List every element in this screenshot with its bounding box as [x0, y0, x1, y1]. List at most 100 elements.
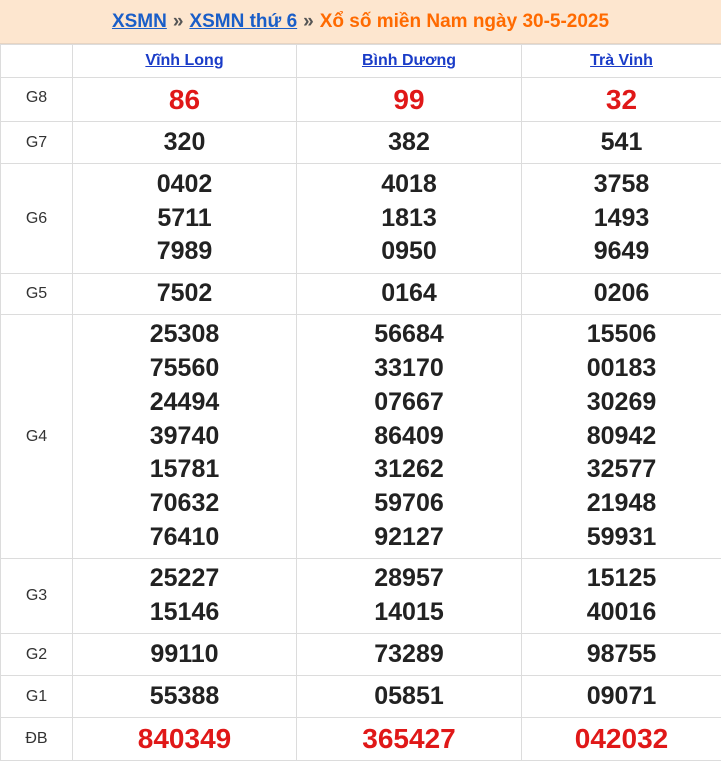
prize-number: 98755	[522, 638, 721, 672]
prize-label: G2	[1, 634, 73, 676]
prize-label: G8	[1, 78, 73, 122]
prize-number: 70632	[73, 487, 296, 521]
prize-cell: 1512540016	[522, 559, 721, 634]
prize-number: 99110	[73, 638, 296, 672]
prize-label: G6	[1, 164, 73, 274]
prize-number: 86409	[297, 420, 521, 454]
prize-number: 59931	[522, 521, 721, 555]
prize-number: 7989	[73, 235, 296, 269]
prize-row: G7320382541	[1, 122, 721, 164]
prize-number: 5711	[73, 202, 296, 236]
prize-number: 9649	[522, 235, 721, 269]
prize-number: 042032	[522, 722, 721, 756]
prize-cell: 040257117989	[73, 164, 297, 274]
prize-row: G5750201640206	[1, 274, 721, 315]
prize-number: 28957	[297, 562, 521, 596]
prize-label: G7	[1, 122, 73, 164]
breadcrumb-link-xsmn[interactable]: XSMN	[112, 11, 167, 33]
prize-number: 4018	[297, 168, 521, 202]
prize-label: G1	[1, 676, 73, 718]
prize-number: 15125	[522, 562, 721, 596]
prize-cell: 401818130950	[297, 164, 522, 274]
prize-label: ĐB	[1, 718, 73, 761]
prize-number: 15781	[73, 453, 296, 487]
prize-number: 0164	[297, 277, 521, 311]
breadcrumb-separator: »	[173, 11, 184, 33]
prize-number: 1813	[297, 202, 521, 236]
prize-number: 14015	[297, 596, 521, 630]
prize-number: 92127	[297, 521, 521, 555]
province-header: Bình Dương	[297, 45, 522, 78]
prize-cell: 7502	[73, 274, 297, 315]
prize-cell: 2895714015	[297, 559, 522, 634]
prize-cell: 86	[73, 78, 297, 122]
prize-number: 33170	[297, 352, 521, 386]
prize-cell: 382	[297, 122, 522, 164]
prize-number: 09071	[522, 680, 721, 714]
prize-row: ĐB840349365427042032	[1, 718, 721, 761]
breadcrumb: XSMN » XSMN thứ 6 » Xổ số miền Nam ngày …	[0, 0, 721, 44]
prize-label: G4	[1, 315, 73, 559]
province-link-tra-vinh[interactable]: Trà Vinh	[590, 52, 653, 69]
prize-cell: 98755	[522, 634, 721, 676]
province-link-binh-duong[interactable]: Bình Dương	[362, 52, 456, 69]
table-header-row: Vĩnh Long Bình Dương Trà Vinh	[1, 45, 721, 78]
prize-number: 30269	[522, 386, 721, 420]
prize-cell: 32	[522, 78, 721, 122]
header-empty-cell	[1, 45, 73, 78]
prize-cell: 375814939649	[522, 164, 721, 274]
prize-number: 56684	[297, 318, 521, 352]
prize-number: 365427	[297, 722, 521, 756]
prize-cell: 15506001833026980942325772194859931	[522, 315, 721, 559]
prize-cell: 541	[522, 122, 721, 164]
prize-label: G3	[1, 559, 73, 634]
prize-number: 7502	[73, 277, 296, 311]
prize-number: 0950	[297, 235, 521, 269]
prize-number: 21948	[522, 487, 721, 521]
prize-cell: 840349	[73, 718, 297, 761]
prize-cell: 25308755602449439740157817063276410	[73, 315, 297, 559]
breadcrumb-link-day[interactable]: XSMN thứ 6	[189, 11, 297, 33]
page-title: Xổ số miền Nam ngày 30-5-2025	[320, 11, 609, 33]
prize-number: 86	[73, 83, 296, 117]
prize-cell: 56684331700766786409312625970692127	[297, 315, 522, 559]
prize-cell: 05851	[297, 676, 522, 718]
prize-number: 39740	[73, 420, 296, 454]
prize-row: G3252271514628957140151512540016	[1, 559, 721, 634]
prize-number: 32577	[522, 453, 721, 487]
prize-cell: 55388	[73, 676, 297, 718]
prize-cell: 042032	[522, 718, 721, 761]
prize-number: 80942	[522, 420, 721, 454]
prize-number: 541	[522, 126, 721, 160]
prize-cell: 0164	[297, 274, 522, 315]
prize-number: 25227	[73, 562, 296, 596]
prize-number: 73289	[297, 638, 521, 672]
results-page: XSMN » XSMN thứ 6 » Xổ số miền Nam ngày …	[0, 0, 721, 759]
prize-number: 15146	[73, 596, 296, 630]
prize-number: 76410	[73, 521, 296, 555]
results-table: Vĩnh Long Bình Dương Trà Vinh G8869932G7…	[0, 44, 721, 761]
prize-number: 31262	[297, 453, 521, 487]
prize-row: G8869932	[1, 78, 721, 122]
prize-number: 25308	[73, 318, 296, 352]
prize-number: 55388	[73, 680, 296, 714]
prize-row: G425308755602449439740157817063276410566…	[1, 315, 721, 559]
prize-number: 320	[73, 126, 296, 160]
prize-row: G6040257117989401818130950375814939649	[1, 164, 721, 274]
prize-row: G2991107328998755	[1, 634, 721, 676]
prize-number: 382	[297, 126, 521, 160]
prize-number: 99	[297, 83, 521, 117]
prize-cell: 0206	[522, 274, 721, 315]
prize-number: 1493	[522, 202, 721, 236]
prize-number: 59706	[297, 487, 521, 521]
prize-cell: 2522715146	[73, 559, 297, 634]
prize-cell: 73289	[297, 634, 522, 676]
prize-label: G5	[1, 274, 73, 315]
prize-cell: 99110	[73, 634, 297, 676]
prize-number: 3758	[522, 168, 721, 202]
province-header: Vĩnh Long	[73, 45, 297, 78]
prize-number: 07667	[297, 386, 521, 420]
prize-number: 05851	[297, 680, 521, 714]
province-link-vinh-long[interactable]: Vĩnh Long	[145, 52, 223, 69]
prize-cell: 99	[297, 78, 522, 122]
